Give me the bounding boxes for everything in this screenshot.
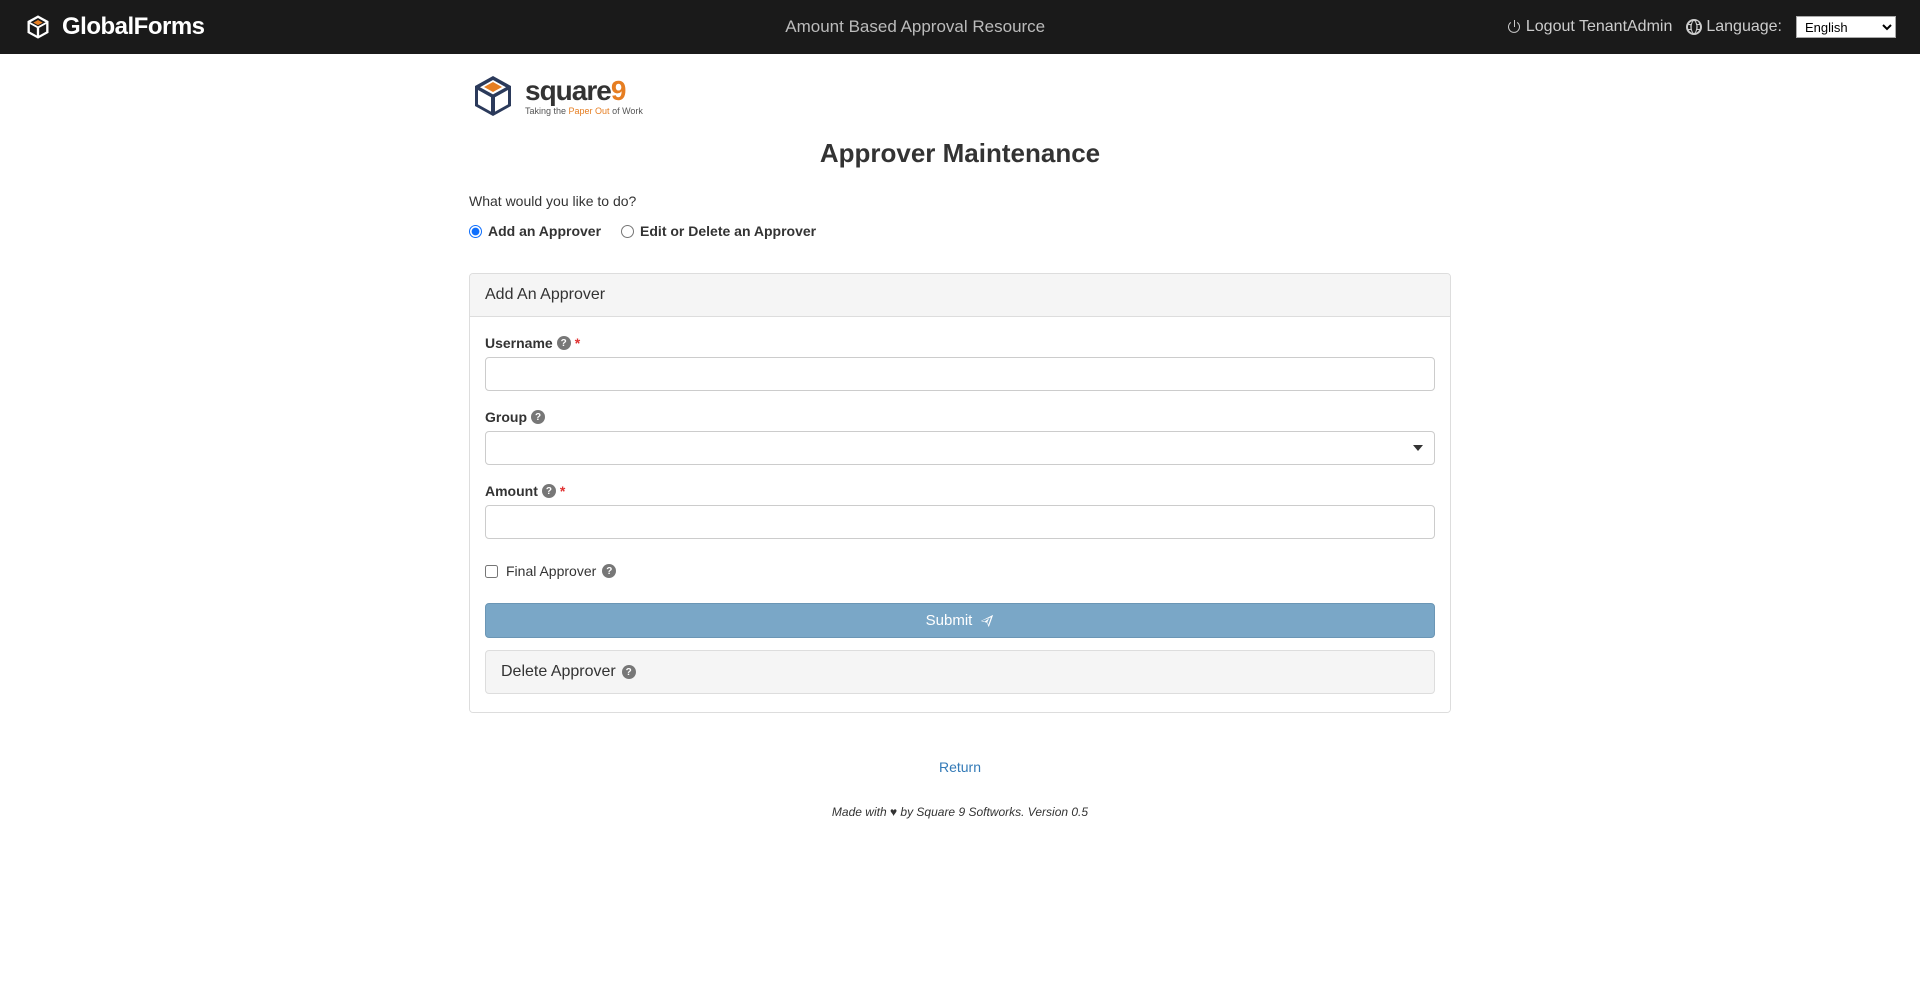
main-container: square9 Taking the Paper Out of Work App… bbox=[469, 54, 1451, 859]
radio-add-input[interactable] bbox=[469, 225, 482, 238]
prompt-text: What would you like to do? bbox=[469, 193, 1451, 209]
radio-add-approver[interactable]: Add an Approver bbox=[469, 223, 601, 239]
final-approver-row: Final Approver ? bbox=[485, 563, 1435, 579]
help-icon[interactable]: ? bbox=[531, 410, 545, 424]
radio-edit-label: Edit or Delete an Approver bbox=[640, 223, 816, 239]
group-select[interactable] bbox=[485, 431, 1435, 465]
radio-add-label: Add an Approver bbox=[488, 223, 601, 239]
required-star: * bbox=[575, 335, 580, 351]
header-title: Amount Based Approval Resource bbox=[325, 17, 1506, 37]
help-icon[interactable]: ? bbox=[557, 336, 571, 350]
required-star: * bbox=[560, 483, 565, 499]
logout-link[interactable]: Logout TenantAdmin bbox=[1506, 18, 1672, 36]
square9-logo: square9 Taking the Paper Out of Work bbox=[469, 72, 1451, 120]
final-approver-label: Final Approver bbox=[506, 563, 596, 579]
paper-plane-icon bbox=[980, 614, 994, 628]
username-label: Username bbox=[485, 335, 553, 351]
group-label-row: Group ? bbox=[485, 409, 545, 425]
language-group: Language: bbox=[1686, 18, 1782, 36]
username-group: Username ? * bbox=[485, 335, 1435, 391]
help-icon[interactable]: ? bbox=[622, 665, 636, 679]
radio-edit-approver[interactable]: Edit or Delete an Approver bbox=[621, 223, 816, 239]
power-icon bbox=[1506, 19, 1522, 35]
username-label-row: Username ? * bbox=[485, 335, 580, 351]
square9-logo-icon bbox=[469, 72, 517, 120]
add-approver-panel: Add An Approver Username ? * Group ? bbox=[469, 273, 1451, 713]
globalforms-logo-icon bbox=[24, 13, 52, 41]
username-input[interactable] bbox=[485, 357, 1435, 391]
header-right: Logout TenantAdmin Language: English bbox=[1506, 16, 1896, 38]
amount-label-row: Amount ? * bbox=[485, 483, 565, 499]
amount-label: Amount bbox=[485, 483, 538, 499]
language-label: Language: bbox=[1706, 18, 1782, 35]
help-icon[interactable]: ? bbox=[542, 484, 556, 498]
radio-edit-input[interactable] bbox=[621, 225, 634, 238]
final-approver-checkbox[interactable] bbox=[485, 565, 498, 578]
group-select-wrap bbox=[485, 431, 1435, 465]
header-brand-group: GlobalForms bbox=[24, 13, 205, 41]
header-brand-text: GlobalForms bbox=[62, 13, 205, 41]
logout-label: Logout TenantAdmin bbox=[1526, 18, 1672, 35]
delete-approver-section[interactable]: Delete Approver ? bbox=[485, 650, 1435, 694]
submit-label: Submit bbox=[926, 612, 973, 629]
footer-text: Made with ♥ by Square 9 Softworks. Versi… bbox=[469, 805, 1451, 819]
action-radio-group: Add an Approver Edit or Delete an Approv… bbox=[469, 223, 1451, 239]
submit-button[interactable]: Submit bbox=[485, 603, 1435, 638]
amount-input[interactable] bbox=[485, 505, 1435, 539]
globe-icon bbox=[1686, 19, 1702, 35]
language-select[interactable]: English bbox=[1796, 16, 1896, 38]
panel-body: Username ? * Group ? Amount bbox=[470, 317, 1450, 712]
app-header: GlobalForms Amount Based Approval Resour… bbox=[0, 0, 1920, 54]
group-label: Group bbox=[485, 409, 527, 425]
return-link[interactable]: Return bbox=[469, 759, 1451, 775]
square9-logo-text: square9 Taking the Paper Out of Work bbox=[525, 77, 643, 116]
group-group: Group ? bbox=[485, 409, 1435, 465]
delete-approver-label: Delete Approver bbox=[501, 663, 616, 681]
final-approver-label-wrap[interactable]: Final Approver ? bbox=[506, 563, 616, 579]
page-title: Approver Maintenance bbox=[469, 138, 1451, 169]
help-icon[interactable]: ? bbox=[602, 564, 616, 578]
panel-header: Add An Approver bbox=[470, 274, 1450, 317]
amount-group: Amount ? * bbox=[485, 483, 1435, 539]
